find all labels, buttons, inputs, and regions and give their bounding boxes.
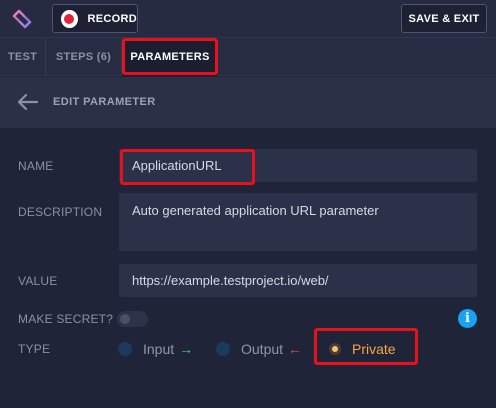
back-arrow-icon[interactable] [16, 93, 38, 111]
radio-dot [118, 342, 132, 356]
type-label: TYPE [18, 342, 51, 356]
arrow-left-icon: ← [288, 341, 303, 357]
radio-dot-selected [329, 343, 341, 355]
value-input[interactable] [119, 264, 477, 297]
tab-steps[interactable]: STEPS (6) [46, 38, 122, 76]
app-logo-icon[interactable] [10, 7, 34, 31]
edit-parameter-title: EDIT PARAMETER [53, 96, 156, 108]
toggle-knob [120, 314, 130, 324]
type-radio-input[interactable]: Input → [118, 340, 193, 358]
record-icon [61, 9, 78, 28]
type-private-label: Private [352, 341, 396, 357]
save-exit-button[interactable]: SAVE & EXIT [401, 4, 487, 33]
info-icon[interactable]: i [458, 309, 477, 328]
tab-test[interactable]: TEST [0, 38, 46, 76]
record-button[interactable]: RECORD [52, 4, 138, 33]
type-radio-private[interactable]: Private [329, 340, 396, 358]
name-input[interactable] [119, 149, 477, 182]
description-label: DESCRIPTION [18, 205, 103, 219]
value-label: VALUE [18, 274, 58, 288]
type-radio-output[interactable]: Output ← [216, 340, 302, 358]
radio-dot [216, 342, 230, 356]
top-toolbar: RECORD SAVE & EXIT [0, 0, 496, 38]
arrow-right-icon: → [179, 341, 194, 357]
tab-bar: TEST STEPS (6) PARAMETERS [0, 38, 496, 76]
type-output-label: Output [241, 341, 284, 357]
name-label: NAME [18, 159, 54, 173]
type-input-label: Input [143, 341, 175, 357]
tab-parameters[interactable]: PARAMETERS [122, 38, 218, 76]
edit-parameter-header: EDIT PARAMETER [0, 77, 496, 128]
make-secret-toggle[interactable] [117, 311, 148, 327]
record-button-label: RECORD [87, 12, 137, 25]
make-secret-label: MAKE SECRET? [18, 312, 114, 326]
description-input[interactable]: Auto generated application URL parameter [119, 193, 477, 251]
